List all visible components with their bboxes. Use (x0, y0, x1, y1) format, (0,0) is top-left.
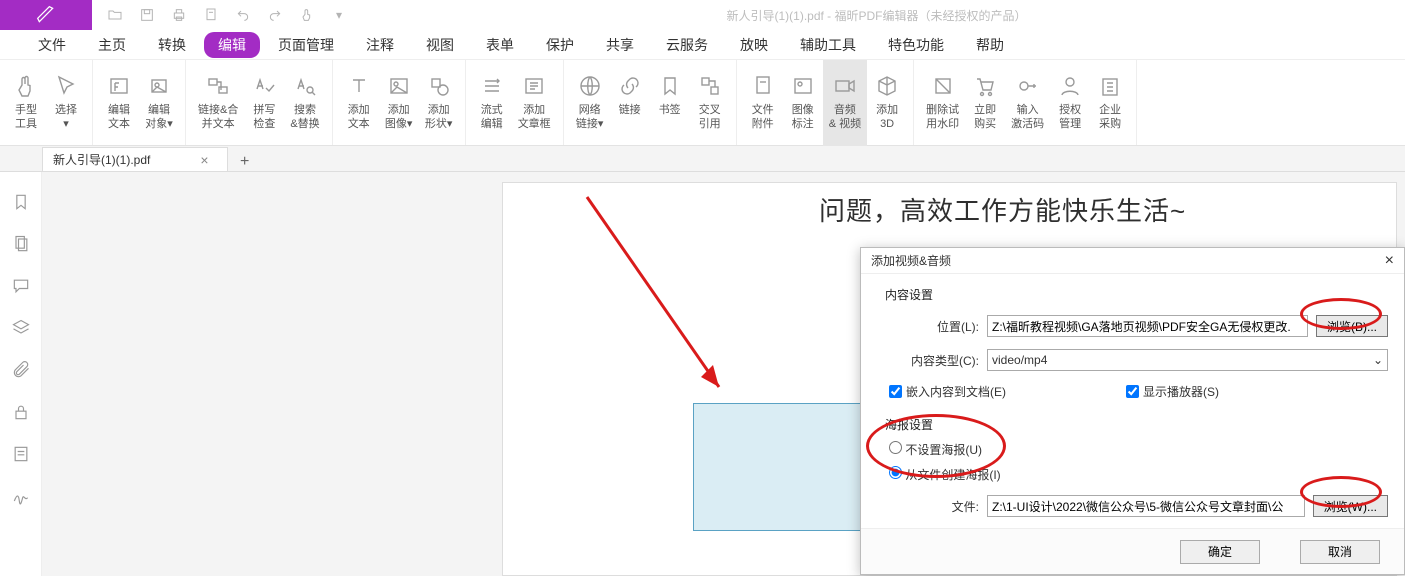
bookmark[interactable]: 书签 (650, 60, 690, 146)
no-poster-radio[interactable]: 不设置海报(U) (889, 441, 982, 458)
menu-form[interactable]: 表单 (472, 31, 528, 59)
file-label: 文件: (905, 498, 979, 515)
location-input[interactable] (987, 315, 1308, 337)
pages-panel-icon[interactable] (11, 234, 31, 254)
quick-access-dropdown-icon[interactable]: ▾ (330, 6, 348, 24)
ribbon: 手型工具 选择▾ 编辑文本 编辑对象▾ 链接&合并文本 拼写检查 搜索&替换 (0, 60, 1405, 146)
add-text[interactable]: 添加文本 (339, 60, 379, 146)
dialog-close-icon[interactable]: × (1385, 252, 1394, 270)
undo-icon[interactable] (234, 6, 252, 24)
browse-location-button[interactable]: 浏览(B)... (1316, 315, 1388, 337)
annotation-arrow (581, 191, 741, 403)
print-icon[interactable] (170, 6, 188, 24)
enter-key[interactable]: 输入激活码 (1005, 60, 1050, 146)
touch-icon[interactable] (298, 6, 316, 24)
media-placeholder[interactable] (693, 403, 863, 531)
link-merge-text[interactable]: 链接&合并文本 (192, 60, 244, 146)
app-logo (0, 0, 92, 30)
content-type-combo[interactable]: video/mp4 ⌄ (987, 349, 1388, 371)
menu-edit[interactable]: 编辑 (204, 32, 260, 58)
add-shape[interactable]: 添加形状▾ (419, 60, 459, 146)
dialog-title: 添加视频&音频 (871, 252, 951, 269)
edit-object[interactable]: 编辑对象▾ (139, 60, 179, 146)
redo-icon[interactable] (266, 6, 284, 24)
cancel-button[interactable]: 取消 (1300, 540, 1380, 564)
ok-button[interactable]: 确定 (1180, 540, 1260, 564)
add-3d[interactable]: 添加3D (867, 60, 907, 146)
page-heading: 问题，高效工作方能快乐生活~ (819, 191, 1186, 228)
window-title: 新人引导(1)(1).pdf - 福昕PDF编辑器（未经授权的产品） (348, 7, 1405, 24)
audio-video[interactable]: 音频& 视频 (823, 60, 867, 146)
embed-checkbox[interactable]: 嵌入内容到文档(E) (889, 383, 1006, 400)
reflow-edit[interactable]: 流式编辑 (472, 60, 512, 146)
comments-panel-icon[interactable] (11, 276, 31, 296)
add-image[interactable]: 添加图像▾ (379, 60, 419, 146)
add-tab-icon[interactable]: + (228, 153, 261, 171)
signature-panel-icon[interactable] (11, 486, 31, 506)
menu-features[interactable]: 特色功能 (874, 31, 958, 59)
bookmark-panel-icon[interactable] (11, 192, 31, 212)
tool-hand[interactable]: 手型工具 (6, 60, 46, 146)
menu-present[interactable]: 放映 (726, 31, 782, 59)
poster-section-label: 海报设置 (879, 416, 1388, 433)
chevron-down-icon: ⌄ (1373, 353, 1383, 367)
spell-check[interactable]: 拼写检查 (244, 60, 284, 146)
link[interactable]: 链接 (610, 60, 650, 146)
form-panel-icon[interactable] (11, 444, 31, 464)
poster-from-file-radio[interactable]: 从文件创建海报(I) (889, 466, 1001, 483)
menu-page-manage[interactable]: 页面管理 (264, 31, 348, 59)
content-section-label: 内容设置 (879, 286, 1388, 303)
tab-title: 新人引导(1)(1).pdf (53, 151, 150, 168)
edit-text[interactable]: 编辑文本 (99, 60, 139, 146)
menu-protect[interactable]: 保护 (532, 31, 588, 59)
attachment-panel-icon[interactable] (11, 360, 31, 380)
menu-file[interactable]: 文件 (24, 31, 80, 59)
security-panel-icon[interactable] (11, 402, 31, 422)
poster-file-input[interactable] (987, 495, 1305, 517)
layers-panel-icon[interactable] (11, 318, 31, 338)
menu-home[interactable]: 主页 (84, 31, 140, 59)
add-article-box[interactable]: 添加文章框 (512, 60, 557, 146)
save-icon[interactable] (138, 6, 156, 24)
remove-watermark[interactable]: 删除试用水印 (920, 60, 965, 146)
menu-view[interactable]: 视图 (412, 31, 468, 59)
menu-accessibility[interactable]: 辅助工具 (786, 31, 870, 59)
file-attachment[interactable]: 文件附件 (743, 60, 783, 146)
cross-ref[interactable]: 交叉引用 (690, 60, 730, 146)
menu-cloud[interactable]: 云服务 (652, 31, 722, 59)
location-label: 位置(L): (905, 318, 979, 335)
export-icon[interactable] (202, 6, 220, 24)
add-media-dialog: 添加视频&音频 × 内容设置 位置(L): 浏览(B)... 内容类型(C): … (860, 247, 1405, 575)
type-label: 内容类型(C): (905, 352, 979, 369)
side-panel (0, 172, 42, 576)
menu-help[interactable]: 帮助 (962, 31, 1018, 59)
enterprise-purchase[interactable]: 企业采购 (1090, 60, 1130, 146)
browse-poster-button[interactable]: 浏览(W)... (1313, 495, 1388, 517)
close-icon[interactable]: × (200, 152, 208, 168)
find-replace[interactable]: 搜索&替换 (284, 60, 325, 146)
menu-annot[interactable]: 注释 (352, 31, 408, 59)
document-tab[interactable]: 新人引导(1)(1).pdf × (42, 147, 228, 171)
web-link[interactable]: 网络链接▾ (570, 60, 610, 146)
show-player-checkbox[interactable]: 显示播放器(S) (1126, 383, 1219, 400)
menu-convert[interactable]: 转换 (144, 31, 200, 59)
open-icon[interactable] (106, 6, 124, 24)
license-manage[interactable]: 授权管理 (1050, 60, 1090, 146)
image-annot[interactable]: 图像标注 (783, 60, 823, 146)
menu-bar: 文件 主页 转换 编辑 页面管理 注释 视图 表单 保护 共享 云服务 放映 辅… (0, 30, 1405, 60)
tool-select[interactable]: 选择▾ (46, 60, 86, 146)
buy-now[interactable]: 立即购买 (965, 60, 1005, 146)
menu-share[interactable]: 共享 (592, 31, 648, 59)
